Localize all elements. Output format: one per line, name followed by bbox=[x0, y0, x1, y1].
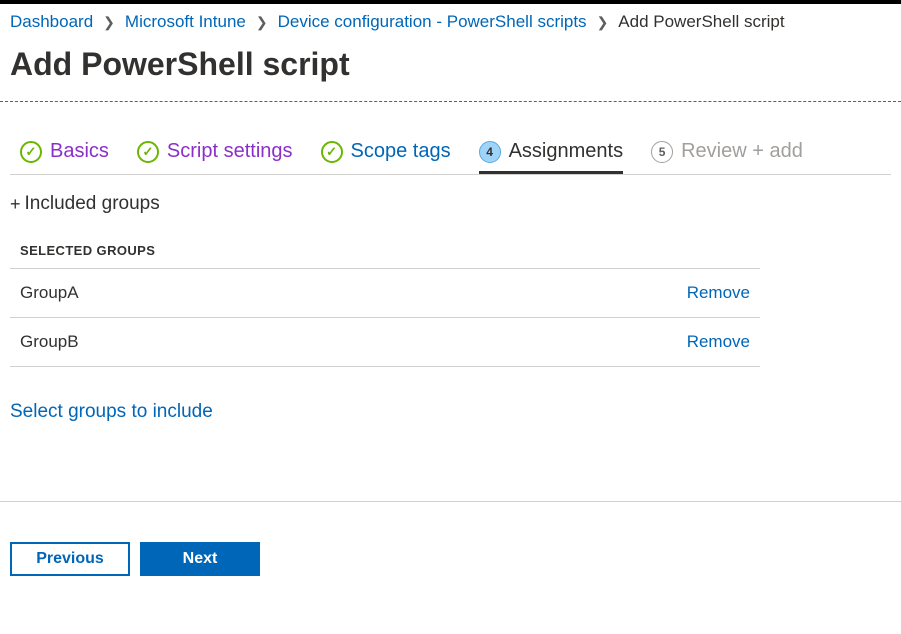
breadcrumb-item-dashboard[interactable]: Dashboard bbox=[10, 12, 93, 32]
plus-icon: + bbox=[10, 194, 21, 215]
select-groups-link[interactable]: Select groups to include bbox=[0, 367, 901, 423]
step-number-icon: 4 bbox=[479, 141, 501, 163]
tab-review-add: 5 Review + add bbox=[651, 140, 803, 174]
breadcrumb-item-current: Add PowerShell script bbox=[618, 12, 784, 32]
check-icon: ✓ bbox=[137, 141, 159, 163]
breadcrumb: Dashboard ❯ Microsoft Intune ❯ Device co… bbox=[0, 4, 901, 38]
included-groups-toggle[interactable]: + Included groups bbox=[10, 193, 891, 215]
tab-label: Script settings bbox=[167, 140, 293, 163]
chevron-right-icon: ❯ bbox=[256, 14, 268, 31]
tab-label: Assignments bbox=[509, 140, 624, 163]
tab-basics[interactable]: ✓ Basics bbox=[20, 140, 109, 174]
tab-label: Scope tags bbox=[351, 140, 451, 163]
page-title: Add PowerShell script bbox=[0, 38, 901, 101]
group-name: GroupA bbox=[20, 283, 79, 303]
group-name: GroupB bbox=[20, 332, 79, 352]
previous-button[interactable]: Previous bbox=[10, 542, 130, 576]
breadcrumb-item-intune[interactable]: Microsoft Intune bbox=[125, 12, 246, 32]
tab-scope-tags[interactable]: ✓ Scope tags bbox=[321, 140, 451, 174]
breadcrumb-item-device-config[interactable]: Device configuration - PowerShell script… bbox=[278, 12, 587, 32]
tab-label: Basics bbox=[50, 140, 109, 163]
chevron-right-icon: ❯ bbox=[597, 14, 609, 31]
remove-group-link[interactable]: Remove bbox=[687, 283, 750, 303]
tab-script-settings[interactable]: ✓ Script settings bbox=[137, 140, 293, 174]
step-number-icon: 5 bbox=[651, 141, 673, 163]
check-icon: ✓ bbox=[20, 141, 42, 163]
wizard-footer: Previous Next bbox=[0, 502, 901, 596]
tab-assignments[interactable]: 4 Assignments bbox=[479, 140, 624, 174]
included-groups-label: Included groups bbox=[25, 193, 160, 215]
next-button[interactable]: Next bbox=[140, 542, 260, 576]
selected-groups-header: SELECTED GROUPS bbox=[0, 215, 901, 268]
table-row: GroupA Remove bbox=[10, 268, 760, 317]
wizard-tabs: ✓ Basics ✓ Script settings ✓ Scope tags … bbox=[0, 102, 901, 174]
selected-groups-table: GroupA Remove GroupB Remove bbox=[0, 268, 901, 367]
remove-group-link[interactable]: Remove bbox=[687, 332, 750, 352]
table-row: GroupB Remove bbox=[10, 317, 760, 367]
check-icon: ✓ bbox=[321, 141, 343, 163]
tab-label: Review + add bbox=[681, 140, 803, 163]
chevron-right-icon: ❯ bbox=[103, 14, 115, 31]
